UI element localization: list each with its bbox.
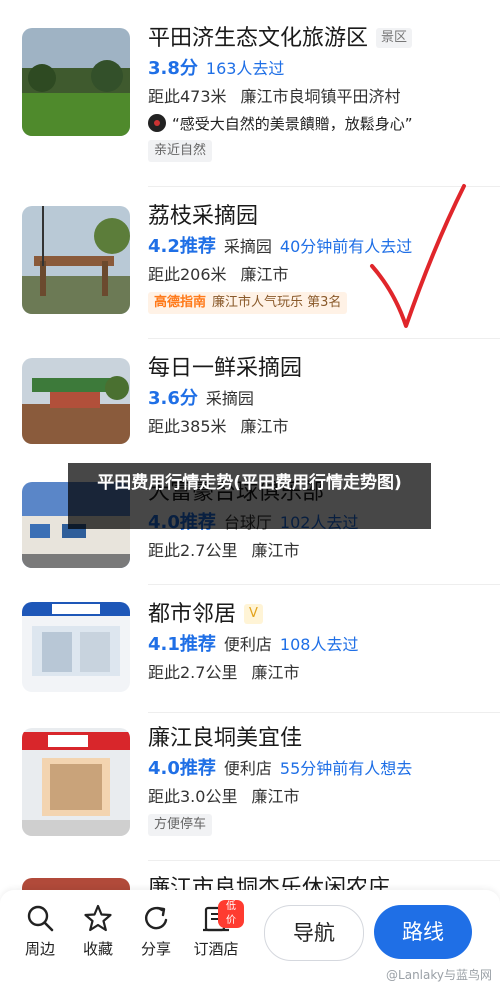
poi-thumbnail xyxy=(22,28,130,136)
address: 廉江市 xyxy=(251,663,300,682)
visit-count: 55分钟前有人想去 xyxy=(279,759,413,778)
share-icon xyxy=(145,906,168,930)
rating: 4.0推荐 xyxy=(148,758,216,779)
distance: 距此2.7公里 xyxy=(148,663,238,682)
visit-count: 40分钟前有人去过 xyxy=(279,237,413,256)
search-icon xyxy=(27,905,54,932)
tab-favorites[interactable]: 收藏 xyxy=(70,904,126,959)
tab-nearby[interactable]: 周边 xyxy=(12,904,68,959)
address: 廉江市 xyxy=(240,417,289,436)
star-icon xyxy=(84,904,112,932)
list-item[interactable]: 都市邻居 V 4.1推荐 便利店 108人去过 距此2.7公里 廉江市 xyxy=(0,584,500,712)
poi-title: 每日一鲜采摘园 xyxy=(148,356,303,381)
distance: 距此206米 xyxy=(148,265,227,284)
navigate-button[interactable]: 导航 xyxy=(264,905,364,961)
poi-thumbnail xyxy=(22,602,130,692)
rating: 4.2推荐 xyxy=(148,236,216,257)
distance: 距此385米 xyxy=(148,417,227,436)
poi-title: 平田济生态文化旅游区 景区 xyxy=(148,24,486,54)
watermark: @Lanlaky与蓝鸟网 xyxy=(386,968,492,982)
distance: 距此2.7公里 xyxy=(148,541,238,560)
review-quote: “感受大自然的美景饋贈，放鬆身心” xyxy=(148,114,486,134)
feature-chip: 亲近自然 xyxy=(148,140,213,162)
list-item[interactable]: 荔枝采摘园 4.2推荐 采摘园 40分钟前有人去过 距此206米 廉江市 高德指南 廉江… xyxy=(0,186,500,338)
poi-thumbnail xyxy=(22,206,130,314)
list-item[interactable]: 廉江良垌美宜佳 4.0推荐 便利店 55分钟前有人想去 距此3.0公里 廉江市 方便停… xyxy=(0,712,500,860)
poi-title: 廉江良垌美宜佳 xyxy=(148,726,303,751)
list-item[interactable]: 平田济生态文化旅游区 景区 3.8分 163人去过 距此473米 廉江市良垌镇平田济村… xyxy=(0,0,500,180)
poi-thumbnail xyxy=(22,728,130,836)
rating: 3.8分 xyxy=(148,58,198,79)
tab-label: 收藏 xyxy=(82,940,113,958)
discount-badge: 低价 xyxy=(218,900,244,928)
caption-overlay: 平田费用行情走势(平田费用行情走势图) xyxy=(68,463,431,529)
tab-label: 分享 xyxy=(140,940,171,958)
poi-title: 荔枝采摘园 xyxy=(148,204,259,229)
tab-share[interactable]: 分享 xyxy=(128,904,184,959)
verified-badge: V xyxy=(244,604,263,624)
tab-label: 周边 xyxy=(24,940,55,958)
list-item[interactable]: 每日一鲜采摘园 3.6分 采摘园 距此385米 廉江市 xyxy=(0,338,500,462)
category: 采摘园 xyxy=(205,389,254,408)
address: 廉江市 xyxy=(251,541,300,560)
category: 便利店 xyxy=(223,759,272,778)
poi-title: 都市邻居 V xyxy=(148,600,486,630)
tab-label: 订酒店 xyxy=(193,940,239,958)
tab-book-hotel[interactable]: 低价 订酒店 xyxy=(188,900,244,959)
visit-count: 163人去过 xyxy=(205,59,285,78)
category: 采摘园 xyxy=(223,237,272,256)
category-tag: 景区 xyxy=(376,28,413,48)
category: 便利店 xyxy=(223,635,272,654)
visit-count: 108人去过 xyxy=(279,635,359,654)
rating: 3.6分 xyxy=(148,388,198,409)
ranking-badge[interactable]: 高德指南 廉江市人气玩乐 第3名 xyxy=(148,292,348,314)
address: 廉江市 xyxy=(240,265,289,284)
rating: 4.1推荐 xyxy=(148,634,216,655)
route-button[interactable]: 路线 xyxy=(374,905,472,959)
distance: 距此473米 xyxy=(148,87,227,106)
feature-chip: 方便停车 xyxy=(148,814,213,836)
address: 廉江市良垌镇平田济村 xyxy=(240,87,401,106)
address: 廉江市 xyxy=(251,787,300,806)
distance: 距此3.0公里 xyxy=(148,787,238,806)
record-icon xyxy=(148,114,166,132)
poi-thumbnail xyxy=(22,358,130,444)
